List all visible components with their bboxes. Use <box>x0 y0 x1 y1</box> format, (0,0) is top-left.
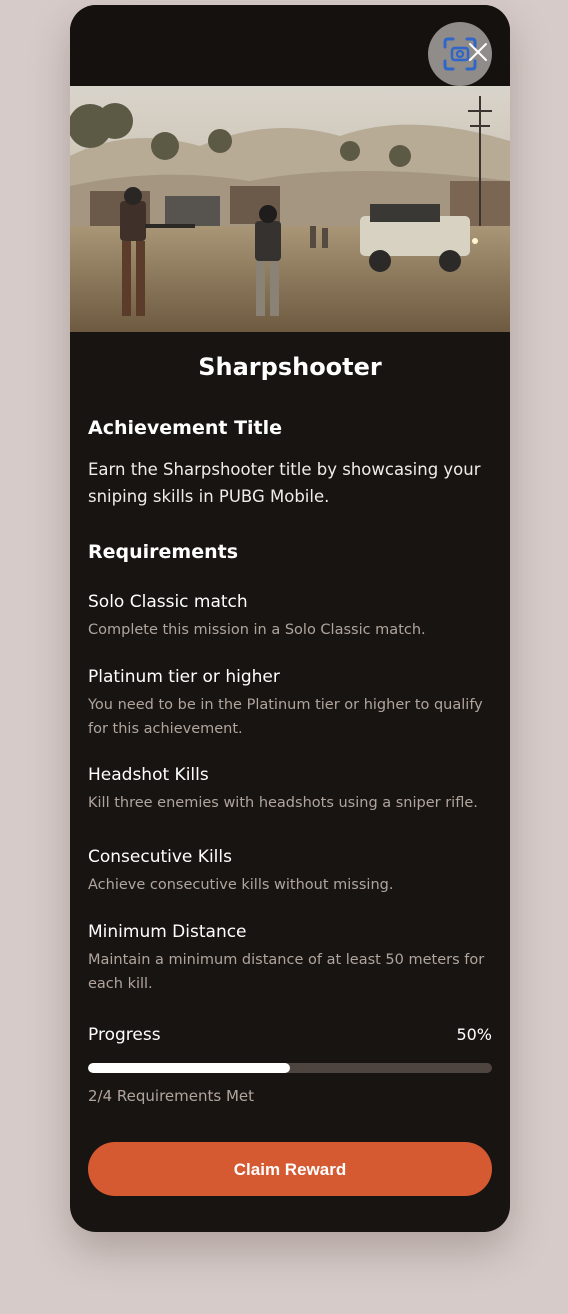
achievement-description: Earn the Sharpshooter title by showcasin… <box>88 460 481 506</box>
progress-label: Progress <box>88 1025 161 1045</box>
requirement-title: Minimum Distance <box>88 922 247 942</box>
requirement-description: Maintain a minimum distance of at least … <box>88 952 485 992</box>
progress-bar-fill <box>88 1063 290 1073</box>
requirement-title: Consecutive Kills <box>88 847 232 867</box>
achievement-card: Sharpshooter Achievement Title Earn the … <box>70 5 510 1232</box>
requirement-description: Achieve consecutive kills without missin… <box>88 877 394 893</box>
requirement-title: Headshot Kills <box>88 765 209 785</box>
close-icon[interactable] <box>468 42 488 62</box>
hero-image <box>70 86 510 332</box>
achievement-heading: Achievement Title <box>88 417 283 439</box>
requirement-title: Platinum tier or higher <box>88 667 280 687</box>
requirement-description: Complete this mission in a Solo Classic … <box>88 622 426 638</box>
requirement-description: You need to be in the Platinum tier or h… <box>88 697 483 737</box>
requirement-title: Solo Classic match <box>88 592 248 612</box>
progress-status: 2/4 Requirements Met <box>88 1087 255 1105</box>
scan-button[interactable] <box>428 22 492 86</box>
requirement-description: Kill three enemies with headshots using … <box>88 795 478 811</box>
progress-bar <box>88 1063 492 1073</box>
progress-percent: 50% <box>456 1025 492 1044</box>
requirements-heading: Requirements <box>88 541 239 563</box>
claim-reward-button[interactable]: Claim Reward <box>88 1142 492 1196</box>
page-title: Sharpshooter <box>198 353 382 381</box>
